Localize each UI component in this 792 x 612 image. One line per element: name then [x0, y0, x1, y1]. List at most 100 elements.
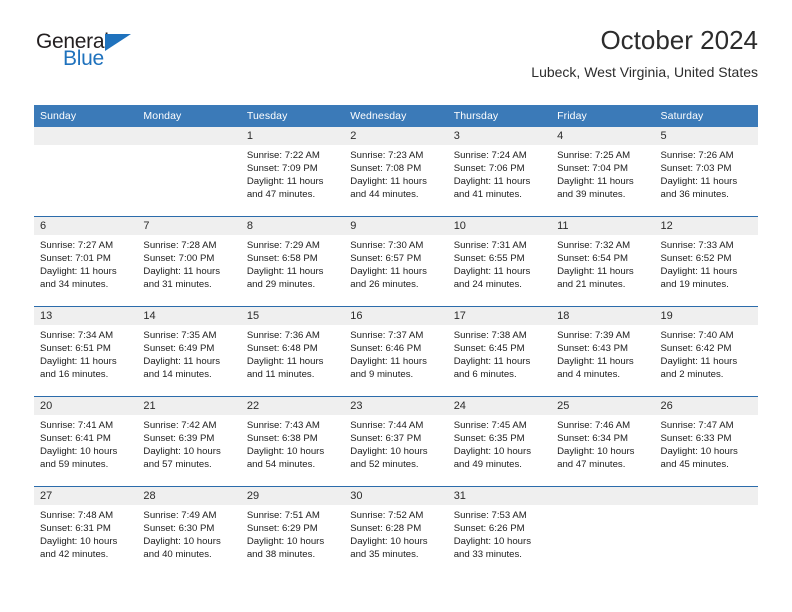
- day-details: Sunrise: 7:24 AM Sunset: 7:06 PM Daylight:…: [448, 145, 551, 201]
- daylight-duration-line1: Daylight: 11 hours: [660, 356, 738, 368]
- day-number: 7: [137, 217, 241, 235]
- calendar-day-cell[interactable]: 22 Sunrise: 7:43 AM Sunset: 6:38 PM Dayligh…: [240, 396, 345, 487]
- day-cell-inner: 7 Sunrise: 7:28 AM Sunset: 7:00 PM Daylight…: [137, 217, 241, 306]
- sunset-time: Sunset: 6:37 PM: [350, 433, 422, 445]
- sunset-time: Sunset: 6:26 PM: [453, 523, 525, 535]
- calendar-day-cell[interactable]: 24 Sunrise: 7:45 AM Sunset: 6:35 PM Dayligh…: [447, 396, 552, 487]
- calendar-day-cell[interactable]: 26 Sunrise: 7:47 AM Sunset: 6:33 PM Dayligh…: [654, 396, 758, 487]
- calendar-week-row: 13 Sunrise: 7:34 AM Sunset: 6:51 PM Dayligh…: [34, 306, 758, 397]
- day-cell-inner: 10 Sunrise: 7:31 AM Sunset: 6:55 PM Dayligh…: [447, 217, 552, 306]
- daylight-duration-line1: Daylight: 11 hours: [246, 266, 324, 278]
- day-number: 27: [34, 487, 138, 505]
- daylight-duration-line2: and 31 minutes.: [143, 279, 212, 291]
- sunrise-time: Sunrise: 7:23 AM: [350, 150, 424, 161]
- calendar-day-cell[interactable]: 10 Sunrise: 7:31 AM Sunset: 6:55 PM Dayligh…: [447, 216, 552, 307]
- calendar-day-cell[interactable]: 6 Sunrise: 7:27 AM Sunset: 7:01 PM Daylight…: [34, 216, 138, 307]
- calendar-day-cell[interactable]: 31 Sunrise: 7:53 AM Sunset: 6:26 PM Dayligh…: [447, 486, 552, 576]
- calendar-day-cell[interactable]: 11 Sunrise: 7:32 AM Sunset: 6:54 PM Dayligh…: [551, 216, 655, 307]
- daylight-duration-line2: and 47 minutes.: [246, 189, 316, 201]
- calendar-day-cell[interactable]: 25 Sunrise: 7:46 AM Sunset: 6:34 PM Dayligh…: [551, 396, 655, 487]
- calendar-day-cell[interactable]: 19 Sunrise: 7:40 AM Sunset: 6:42 PM Dayligh…: [654, 306, 758, 397]
- day-cell-inner: 4 Sunrise: 7:25 AM Sunset: 7:04 PM Daylight…: [551, 127, 655, 216]
- day-details: Sunrise: 7:23 AM Sunset: 7:08 PM Daylight:…: [344, 145, 447, 201]
- generalblue-logo[interactable]: General Blue: [34, 30, 154, 78]
- day-number: 2: [344, 127, 448, 145]
- daylight-duration-line1: Daylight: 10 hours: [350, 446, 428, 458]
- calendar-day-cell[interactable]: 28 Sunrise: 7:49 AM Sunset: 6:30 PM Dayligh…: [137, 486, 241, 576]
- day-cell-inner: 23 Sunrise: 7:44 AM Sunset: 6:37 PM Dayligh…: [344, 397, 448, 486]
- page-header: General Blue October 2024 Lubeck, West V…: [34, 24, 758, 96]
- daylight-duration-line2: and 59 minutes.: [40, 459, 109, 471]
- calendar-day-cell[interactable]: 27 Sunrise: 7:48 AM Sunset: 6:31 PM Dayligh…: [34, 486, 138, 576]
- sunset-time: Sunset: 6:34 PM: [557, 433, 629, 445]
- daylight-duration-line2: and 33 minutes.: [453, 549, 522, 561]
- daylight-duration-line2: and 36 minutes.: [660, 189, 729, 201]
- sunset-time: Sunset: 6:54 PM: [557, 253, 629, 265]
- day-details: Sunrise: 7:28 AM Sunset: 7:00 PM Daylight:…: [137, 235, 240, 291]
- calendar-day-cell[interactable]: 20 Sunrise: 7:41 AM Sunset: 6:41 PM Dayligh…: [34, 396, 138, 487]
- calendar-week-row: 27 Sunrise: 7:48 AM Sunset: 6:31 PM Dayligh…: [34, 486, 758, 576]
- calendar-day-cell[interactable]: 21 Sunrise: 7:42 AM Sunset: 6:39 PM Dayligh…: [137, 396, 241, 487]
- calendar-day-cell[interactable]: 9 Sunrise: 7:30 AM Sunset: 6:57 PM Daylight…: [344, 216, 448, 307]
- calendar-day-cell[interactable]: 4 Sunrise: 7:25 AM Sunset: 7:04 PM Daylight…: [551, 127, 655, 217]
- day-details: Sunrise: 7:38 AM Sunset: 6:45 PM Daylight:…: [448, 325, 551, 381]
- daylight-duration-line2: and 52 minutes.: [350, 459, 419, 471]
- page-subtitle: Lubeck, West Virginia, United States: [531, 64, 758, 80]
- sunrise-sunset-calendar: Sunday Monday Tuesday Wednesday Thursday Frid…: [34, 105, 758, 576]
- calendar-day-cell[interactable]: 5 Sunrise: 7:26 AM Sunset: 7:03 PM Daylight…: [654, 127, 758, 217]
- calendar-day-cell[interactable]: 13 Sunrise: 7:34 AM Sunset: 6:51 PM Dayligh…: [34, 306, 138, 397]
- sunrise-time: Sunrise: 7:40 AM: [660, 330, 734, 341]
- calendar-day-cell[interactable]: 3 Sunrise: 7:24 AM Sunset: 7:06 PM Daylight…: [447, 127, 552, 217]
- day-number: 6: [34, 217, 138, 235]
- day-number: 1: [240, 127, 345, 145]
- day-details: Sunrise: 7:27 AM Sunset: 7:01 PM Daylight:…: [34, 235, 137, 291]
- daylight-duration-line2: and 44 minutes.: [350, 189, 419, 201]
- daylight-duration-line1: Daylight: 10 hours: [40, 446, 118, 458]
- daylight-duration-line1: Daylight: 10 hours: [40, 536, 118, 548]
- day-cell-inner: 19 Sunrise: 7:40 AM Sunset: 6:42 PM Dayligh…: [654, 307, 758, 396]
- calendar-day-cell[interactable]: 2 Sunrise: 7:23 AM Sunset: 7:08 PM Daylight…: [344, 127, 448, 217]
- sunrise-time: Sunrise: 7:39 AM: [557, 330, 631, 341]
- calendar-day-cell[interactable]: 14 Sunrise: 7:35 AM Sunset: 6:49 PM Dayligh…: [137, 306, 241, 397]
- day-details: Sunrise: 7:46 AM Sunset: 6:34 PM Daylight:…: [551, 415, 654, 471]
- day-cell-inner: [34, 127, 138, 216]
- day-number: 31: [447, 487, 552, 505]
- calendar-day-cell[interactable]: 16 Sunrise: 7:37 AM Sunset: 6:46 PM Dayligh…: [344, 306, 448, 397]
- calendar-day-cell[interactable]: 23 Sunrise: 7:44 AM Sunset: 6:37 PM Dayligh…: [344, 396, 448, 487]
- logo-text-blue: Blue: [63, 47, 104, 70]
- calendar-day-cell[interactable]: 15 Sunrise: 7:36 AM Sunset: 6:48 PM Dayligh…: [240, 306, 345, 397]
- day-number: 29: [240, 487, 345, 505]
- day-cell-inner: 8 Sunrise: 7:29 AM Sunset: 6:58 PM Daylight…: [240, 217, 345, 306]
- sunset-time: Sunset: 6:57 PM: [350, 253, 422, 265]
- day-details: Sunrise: 7:44 AM Sunset: 6:37 PM Daylight:…: [344, 415, 447, 471]
- day-details: Sunrise: 7:53 AM Sunset: 6:26 PM Daylight:…: [448, 505, 551, 561]
- calendar-day-cell[interactable]: 1 Sunrise: 7:22 AM Sunset: 7:09 PM Daylight…: [240, 127, 345, 217]
- calendar-day-cell[interactable]: 29 Sunrise: 7:51 AM Sunset: 6:29 PM Dayligh…: [240, 486, 345, 576]
- sunset-time: Sunset: 7:06 PM: [453, 163, 525, 175]
- calendar-day-cell[interactable]: 17 Sunrise: 7:38 AM Sunset: 6:45 PM Dayligh…: [447, 306, 552, 397]
- calendar-day-cell[interactable]: 18 Sunrise: 7:39 AM Sunset: 6:43 PM Dayligh…: [551, 306, 655, 397]
- day-details: Sunrise: 7:45 AM Sunset: 6:35 PM Daylight:…: [448, 415, 551, 471]
- sunrise-time: Sunrise: 7:28 AM: [143, 240, 217, 251]
- daylight-duration-line1: Daylight: 11 hours: [557, 266, 634, 278]
- calendar-day-cell[interactable]: 30 Sunrise: 7:52 AM Sunset: 6:28 PM Dayligh…: [344, 486, 448, 576]
- daylight-duration-line1: Daylight: 11 hours: [557, 176, 634, 188]
- day-number: 22: [240, 397, 345, 415]
- daylight-duration-line1: Daylight: 10 hours: [453, 446, 532, 458]
- daylight-duration-line1: Daylight: 11 hours: [453, 266, 531, 278]
- day-cell-inner: 3 Sunrise: 7:24 AM Sunset: 7:06 PM Daylight…: [447, 127, 552, 216]
- day-details: Sunrise: 7:48 AM Sunset: 6:31 PM Daylight:…: [34, 505, 137, 561]
- daylight-duration-line2: and 26 minutes.: [350, 279, 419, 291]
- daylight-duration-line2: and 42 minutes.: [40, 549, 109, 561]
- daylight-duration-line2: and 4 minutes.: [557, 369, 621, 381]
- day-number: 21: [137, 397, 241, 415]
- daylight-duration-line2: and 40 minutes.: [143, 549, 212, 561]
- calendar-day-cell[interactable]: 12 Sunrise: 7:33 AM Sunset: 6:52 PM Dayligh…: [654, 216, 758, 307]
- sunset-time: Sunset: 7:01 PM: [40, 253, 111, 265]
- calendar-day-cell-empty: [34, 127, 138, 217]
- calendar-day-cell[interactable]: 8 Sunrise: 7:29 AM Sunset: 6:58 PM Daylight…: [240, 216, 345, 307]
- sunrise-time: Sunrise: 7:48 AM: [40, 510, 114, 521]
- calendar-day-cell[interactable]: 7 Sunrise: 7:28 AM Sunset: 7:00 PM Daylight…: [137, 216, 241, 307]
- day-number: 23: [344, 397, 448, 415]
- sunset-time: Sunset: 6:35 PM: [453, 433, 525, 445]
